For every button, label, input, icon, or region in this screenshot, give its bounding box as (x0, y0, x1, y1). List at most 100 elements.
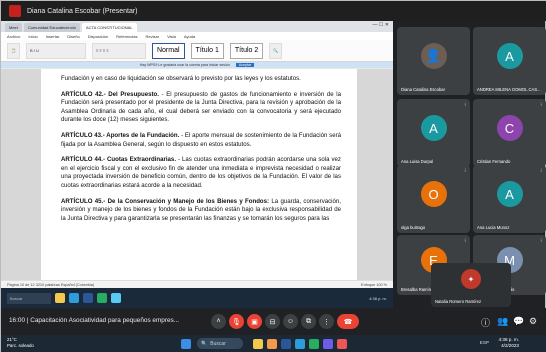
weather-desc: Parc. soleado (7, 343, 34, 348)
participant-name: Ana Luisa Durpal (401, 159, 434, 164)
more-icon[interactable]: ⋮ (319, 314, 334, 329)
ribbon-toolbar: 📋 B I U ≡ ≡ ≡ ≡ Normal Título 1 Título 2… (1, 40, 393, 62)
notice-bar: Hay WPS9 Le gustaría usar la cuenta para… (1, 62, 393, 68)
paragraph-article-44: ARTÍCULO 44.- Cuotas Extraordinarias. - … (61, 156, 341, 190)
emoji-icon[interactable]: ☺ (283, 314, 298, 329)
paste-icon[interactable]: 📋 (7, 42, 20, 59)
paragraph-article-45: ARTÍCULO 45.- De la Conservación y Manej… (61, 198, 341, 224)
browser-tab-active[interactable]: ACTA CONSTITUCIONAL (81, 23, 137, 32)
participant-avatar: A (496, 181, 523, 207)
participant-avatar: O (420, 181, 447, 207)
word-app-icon[interactable] (281, 339, 291, 349)
word-status-bar: Página 10 de 12 3210 palabras Español (C… (1, 280, 393, 288)
browser-tab[interactable]: Meet (5, 23, 22, 32)
meeting-title: 16:00 | Capacitación Asociatividad para … (9, 317, 180, 324)
style-title-1[interactable]: Título 1 (190, 42, 224, 59)
meet-control-bar: 16:00 | Capacitación Asociatividad para … (1, 308, 546, 335)
participant-name: Cristian Fernando (477, 159, 511, 164)
paragraph-controls[interactable]: ≡ ≡ ≡ ≡ (91, 42, 146, 59)
windows-taskbar: 21°C Parc. soleado 🔍 Buscar ESP 4:38 p. … (1, 335, 546, 352)
status-left: Página 10 de 12 3210 palabras Español (C… (7, 282, 95, 287)
clock-date: 4/2/2023 (501, 343, 519, 348)
search-icon: 🔍 (201, 340, 208, 347)
tray-language[interactable]: ESP (480, 340, 489, 345)
participant-avatar: A (420, 115, 447, 141)
participant-name: Diana Catalina Escobar (401, 87, 445, 92)
menu-review[interactable]: Revisar (146, 34, 160, 39)
chrome-app-icon[interactable] (309, 339, 319, 349)
explorer-icon (55, 293, 65, 303)
edge-app-icon[interactable] (295, 339, 305, 349)
end-call-icon[interactable]: ☎ (337, 314, 359, 329)
camera-off-icon[interactable]: ▣ (247, 314, 262, 329)
participant-avatar: A (496, 43, 523, 69)
menu-file[interactable]: Archivo (7, 34, 20, 39)
meet-top-bar: Diana Catalina Escobar (Presentar) (1, 1, 546, 21)
menu-insert[interactable]: Insertar (46, 34, 60, 39)
windows-start-icon[interactable] (181, 339, 191, 349)
paragraph-article-43: ARTÍCULO 43.- Aportes de la Fundación. -… (61, 132, 341, 149)
screen: Diana Catalina Escobar (Presentar) Meet … (0, 0, 546, 352)
mic-off-icon: ⁝ (464, 102, 466, 108)
notice-text: Hay WPS9 Le gustaría usar la cuenta para… (139, 63, 230, 67)
notice-accept-button[interactable]: Aceptar (235, 63, 255, 67)
photos-app-icon[interactable] (337, 339, 347, 349)
mic-off-icon[interactable]: 🎙 (229, 314, 244, 329)
info-icon[interactable]: ⓘ (481, 316, 490, 329)
widgets-icon[interactable] (253, 339, 263, 349)
present-icon[interactable]: ⧉ (301, 314, 316, 329)
presenter-title: Diana Catalina Escobar (Presentar) (27, 7, 138, 15)
mic-off-icon: ⁝ (540, 238, 542, 244)
browser-tabstrip: Meet Comunidad Educatechnolo ACTA CONSTI… (1, 21, 393, 32)
participant-tile[interactable]: A ANDREA MILENA GOMOL CAS... (473, 27, 546, 95)
participant-tile[interactable]: ✦ Natalia Romero Ramírez (431, 263, 511, 307)
participant-tile[interactable]: 👤 Diana Catalina Escobar (397, 27, 470, 95)
paragraph-article-42: ARTÍCULO 42.- Del Presupuesto. - El pres… (61, 91, 341, 125)
style-normal[interactable]: Normal (151, 42, 185, 59)
teams-app-icon[interactable] (323, 339, 333, 349)
chat-icon[interactable]: 💬 (513, 316, 524, 327)
article-44-title: ARTÍCULO 44.- Cuotas Extraordinarias. (61, 156, 177, 164)
document-page[interactable]: Fundación y en caso de liquidación se ob… (41, 69, 357, 280)
participant-avatar: C (496, 115, 523, 141)
participant-name: ANDREA MILENA GOMOL CAS... (477, 87, 541, 92)
word-icon (83, 293, 93, 303)
menu-home[interactable]: Inicio (28, 34, 37, 39)
style-title-2[interactable]: Título 2 (229, 42, 264, 59)
participant-tile[interactable]: ⁝ O olga buitrago (397, 165, 470, 233)
mic-off-icon: ⁝ (464, 168, 466, 174)
edge-icon (69, 293, 79, 303)
participant-tile[interactable]: ⁝ A Ana Luisa Durpal (397, 99, 470, 167)
menu-layout[interactable]: Disposición (88, 34, 108, 39)
participant-name: Ana Lucia Munoz (477, 225, 510, 230)
font-controls[interactable]: B I U (25, 42, 86, 59)
participant-tile[interactable]: ⁝ A Ana Lucia Munoz (473, 165, 546, 233)
menu-view[interactable]: Vista (167, 34, 176, 39)
captions-icon[interactable]: ⊟ (265, 314, 280, 329)
menu-help[interactable]: Ayuda (184, 34, 195, 39)
chevron-up-icon[interactable]: ˄ (211, 314, 226, 329)
taskbar-clock[interactable]: 4:38 p. m. 4/2/2023 (499, 337, 519, 349)
article-42-title: ARTÍCULO 42.- Del Presupuesto. (61, 90, 159, 98)
activities-icon[interactable]: ⚙ (529, 316, 537, 327)
search-icon[interactable]: 🔍 (269, 42, 283, 59)
browser-tab[interactable]: Comunidad Educatechnolo (23, 23, 80, 32)
mic-off-icon: ⁝ (540, 102, 542, 108)
chrome-icon (97, 293, 107, 303)
shared-search-box: Buscar (7, 292, 51, 304)
shared-taskbar: Buscar 4:38 p. m. (1, 288, 393, 308)
shared-tray-clock: 4:38 p. m. (369, 295, 387, 301)
participant-tile[interactable]: ⁝ C Cristian Fernando (473, 99, 546, 167)
paragraph-intro: Fundación y en caso de liquidación se ob… (61, 75, 301, 82)
people-icon[interactable]: 👥 (497, 316, 508, 327)
file-explorer-icon[interactable] (267, 339, 277, 349)
participant-video-icon: 👤 (420, 43, 447, 69)
window-controls[interactable]: — ☐ ✕ (373, 22, 389, 28)
weather-widget[interactable]: 21°C Parc. soleado (7, 337, 34, 349)
article-45-title: ARTÍCULO 45.- De la Conservación y Manej… (61, 197, 270, 205)
menu-references[interactable]: Referencias (116, 34, 137, 39)
menu-design[interactable]: Diseño (67, 34, 79, 39)
participant-name: olga buitrago (401, 225, 426, 230)
status-right[interactable]: Enfoque 100 % (361, 283, 387, 287)
taskbar-search[interactable]: 🔍 Buscar (197, 338, 243, 349)
